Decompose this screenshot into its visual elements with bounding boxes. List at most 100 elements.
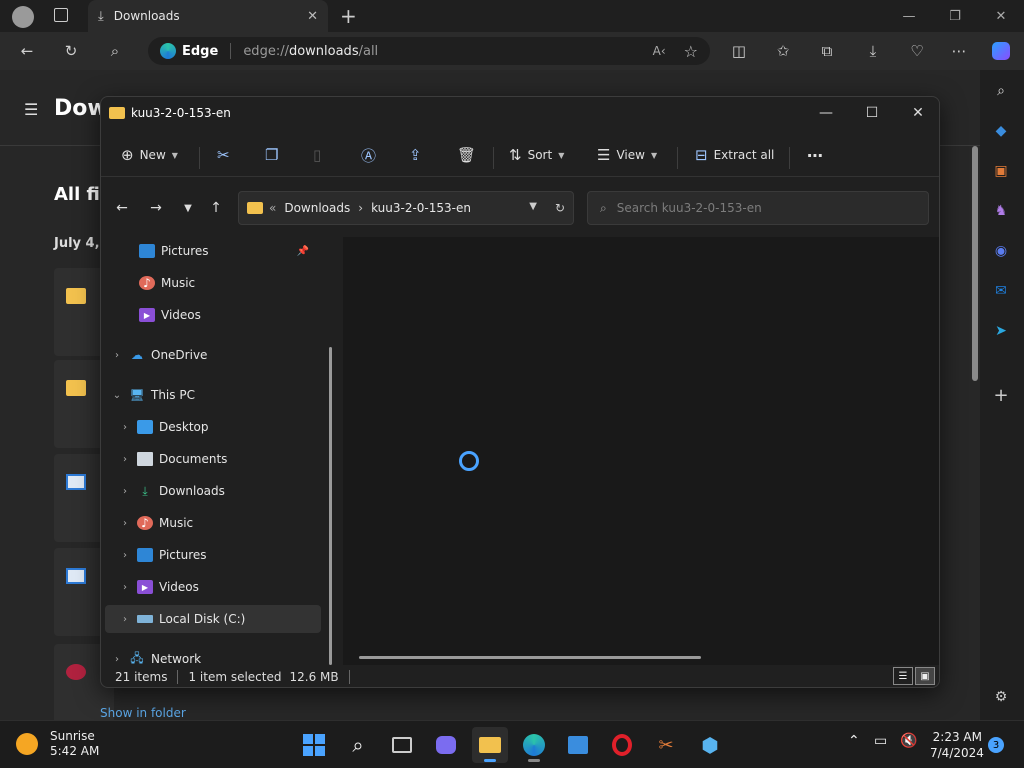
sort-button[interactable]: ⇅ Sort ▼ bbox=[509, 143, 564, 167]
favorite-star-icon[interactable]: ☆ bbox=[684, 42, 698, 61]
split-screen-icon[interactable]: ◫ bbox=[728, 40, 750, 62]
tab-close-icon[interactable]: ✕ bbox=[307, 9, 318, 24]
volume-muted-icon[interactable]: 🔇 bbox=[900, 733, 917, 749]
collections-icon[interactable]: ⧉ bbox=[816, 40, 838, 62]
chevron-right-icon[interactable]: › bbox=[119, 454, 131, 465]
nav-item-network[interactable]: › 🖧 Network bbox=[101, 645, 323, 666]
performance-icon[interactable]: ♡ bbox=[906, 40, 928, 62]
breadcrumb-item-downloads[interactable]: Downloads bbox=[284, 201, 350, 215]
chevron-right-icon[interactable]: › bbox=[119, 582, 131, 593]
search-input[interactable] bbox=[616, 201, 897, 215]
weather-widget[interactable]: Sunrise 5:42 AM bbox=[16, 729, 99, 759]
explorer-minimize-button[interactable]: — bbox=[803, 97, 849, 129]
tools-app-icon[interactable]: ✂ bbox=[648, 727, 684, 763]
downloads-icon[interactable]: ⤓ bbox=[862, 40, 884, 62]
new-button[interactable]: ⊕ New ▼ bbox=[121, 143, 178, 167]
file-explorer-taskbar-icon[interactable] bbox=[472, 727, 508, 763]
copy-button[interactable]: ❐ bbox=[265, 143, 284, 167]
pin-icon[interactable]: 📌 bbox=[297, 246, 309, 257]
nav-item-pictures-quick[interactable]: Pictures 📌 bbox=[101, 237, 323, 265]
menu-icon[interactable]: ☰ bbox=[24, 100, 38, 119]
forward-arrow-icon[interactable]: → bbox=[145, 197, 167, 219]
back-icon[interactable]: ← bbox=[16, 40, 38, 62]
nav-item-desktop[interactable]: › Desktop bbox=[101, 413, 323, 441]
settings-gear-icon[interactable]: ⚙ bbox=[990, 686, 1012, 708]
task-view-icon[interactable] bbox=[384, 727, 420, 763]
chevron-right-icon[interactable]: › bbox=[119, 550, 131, 561]
explorer-close-button[interactable]: ✕ bbox=[895, 97, 939, 129]
profile-avatar[interactable] bbox=[12, 6, 34, 28]
breadcrumb-dropdown-icon[interactable]: ▼ bbox=[529, 201, 537, 215]
view-button[interactable]: ☰ View ▼ bbox=[597, 143, 657, 167]
nav-item-this-pc[interactable]: ⌄ 🖥 This PC bbox=[101, 381, 323, 409]
nav-item-pictures[interactable]: › Pictures bbox=[101, 541, 323, 569]
minimize-button[interactable]: — bbox=[886, 0, 932, 32]
details-view-icon[interactable]: ☰ bbox=[893, 667, 913, 685]
show-in-folder-link[interactable]: Show in folder bbox=[100, 706, 186, 720]
cut-button[interactable]: ✂ bbox=[217, 143, 236, 167]
nav-item-downloads[interactable]: › ⤓ Downloads bbox=[101, 477, 323, 505]
outlook-icon[interactable]: ✉ bbox=[990, 280, 1012, 302]
add-sidebar-app-icon[interactable]: + bbox=[990, 384, 1012, 406]
rename-button[interactable]: Ⓐ bbox=[361, 143, 382, 167]
share-button[interactable]: ⇪ bbox=[409, 143, 428, 167]
notification-badge[interactable]: 3 bbox=[988, 737, 1004, 753]
chevron-right-icon[interactable]: › bbox=[111, 654, 123, 665]
search-box[interactable]: ⌕ bbox=[587, 191, 929, 225]
shopping-tag-icon[interactable]: ◆ bbox=[990, 120, 1012, 142]
horizontal-scrollbar[interactable] bbox=[359, 656, 701, 659]
breadcrumb[interactable]: « Downloads › kuu3-2-0-153-en ▼ ↻ bbox=[238, 191, 574, 225]
copilot-sidebar-icon[interactable]: ◉ bbox=[990, 240, 1012, 262]
show-hidden-icons-icon[interactable]: ⌃ bbox=[848, 733, 860, 749]
close-button[interactable]: ✕ bbox=[978, 0, 1024, 32]
chevron-down-icon[interactable]: ⌄ bbox=[111, 390, 123, 401]
breadcrumb-item-current[interactable]: kuu3-2-0-153-en bbox=[371, 201, 471, 215]
chevron-right-icon[interactable]: › bbox=[119, 518, 131, 529]
breadcrumb-overflow[interactable]: « bbox=[269, 201, 276, 215]
games-icon[interactable]: ♞ bbox=[990, 200, 1012, 222]
start-button[interactable] bbox=[296, 727, 332, 763]
nav-item-local-disk[interactable]: › Local Disk (C:) bbox=[105, 605, 321, 633]
store-icon[interactable] bbox=[560, 727, 596, 763]
explorer-maximize-button[interactable]: ☐ bbox=[849, 97, 895, 129]
sidebar-search-icon[interactable]: ⌕ bbox=[990, 80, 1012, 102]
chevron-right-icon[interactable]: › bbox=[119, 614, 131, 625]
chevron-right-icon[interactable]: › bbox=[119, 486, 131, 497]
clock[interactable]: 2:23 AM 7/4/2024 bbox=[930, 729, 984, 761]
nav-item-videos[interactable]: › ▶ Videos bbox=[101, 573, 323, 601]
chevron-right-icon[interactable]: › bbox=[111, 350, 123, 361]
delete-button[interactable]: 🗑 bbox=[457, 143, 482, 167]
telegram-icon[interactable]: ➤ bbox=[990, 320, 1012, 342]
network-tray-icon[interactable]: ▭ bbox=[874, 733, 887, 749]
extract-all-button[interactable]: ⊟ Extract all bbox=[695, 143, 774, 167]
refresh-icon[interactable]: ↻ bbox=[60, 40, 82, 62]
refresh-icon[interactable]: ↻ bbox=[555, 201, 565, 215]
tools-icon[interactable]: ▣ bbox=[990, 160, 1012, 182]
tab-downloads[interactable]: ⤓ Downloads ✕ bbox=[88, 0, 328, 32]
nav-pane-scrollbar[interactable] bbox=[329, 347, 332, 665]
new-tab-button[interactable]: + bbox=[340, 4, 357, 28]
tab-actions-icon[interactable] bbox=[54, 8, 68, 22]
teams-chat-icon[interactable] bbox=[428, 727, 464, 763]
malwarebytes-icon[interactable]: ⬢ bbox=[692, 727, 728, 763]
more-options-icon[interactable]: ⋯ bbox=[948, 40, 970, 62]
search-icon[interactable]: ⌕ bbox=[104, 40, 126, 62]
page-scrollbar[interactable] bbox=[972, 146, 978, 381]
read-aloud-icon[interactable]: A‹ bbox=[653, 44, 666, 58]
more-commands-icon[interactable]: ⋯ bbox=[807, 143, 823, 167]
nav-item-documents[interactable]: › Documents bbox=[101, 445, 323, 473]
file-list-pane[interactable] bbox=[343, 237, 939, 665]
nav-item-videos-quick[interactable]: ▶ Videos bbox=[101, 301, 323, 329]
tiles-view-icon[interactable]: ▣ bbox=[915, 667, 935, 685]
recent-locations-icon[interactable]: ▼ bbox=[177, 197, 199, 219]
nav-item-music[interactable]: › ♪ Music bbox=[101, 509, 323, 537]
chevron-right-icon[interactable]: › bbox=[119, 422, 131, 433]
restore-button[interactable]: ❐ bbox=[932, 0, 978, 32]
nav-item-music-quick[interactable]: ♪ Music bbox=[101, 269, 323, 297]
favorites-icon[interactable]: ✩ bbox=[772, 40, 794, 62]
nav-item-onedrive[interactable]: › ☁ OneDrive bbox=[101, 341, 323, 369]
address-url[interactable]: edge://downloads/all bbox=[243, 44, 378, 59]
edge-taskbar-icon[interactable] bbox=[516, 727, 552, 763]
address-bar[interactable]: Edge edge://downloads/all A‹ ☆ bbox=[148, 37, 710, 65]
back-arrow-icon[interactable]: ← bbox=[111, 197, 133, 219]
